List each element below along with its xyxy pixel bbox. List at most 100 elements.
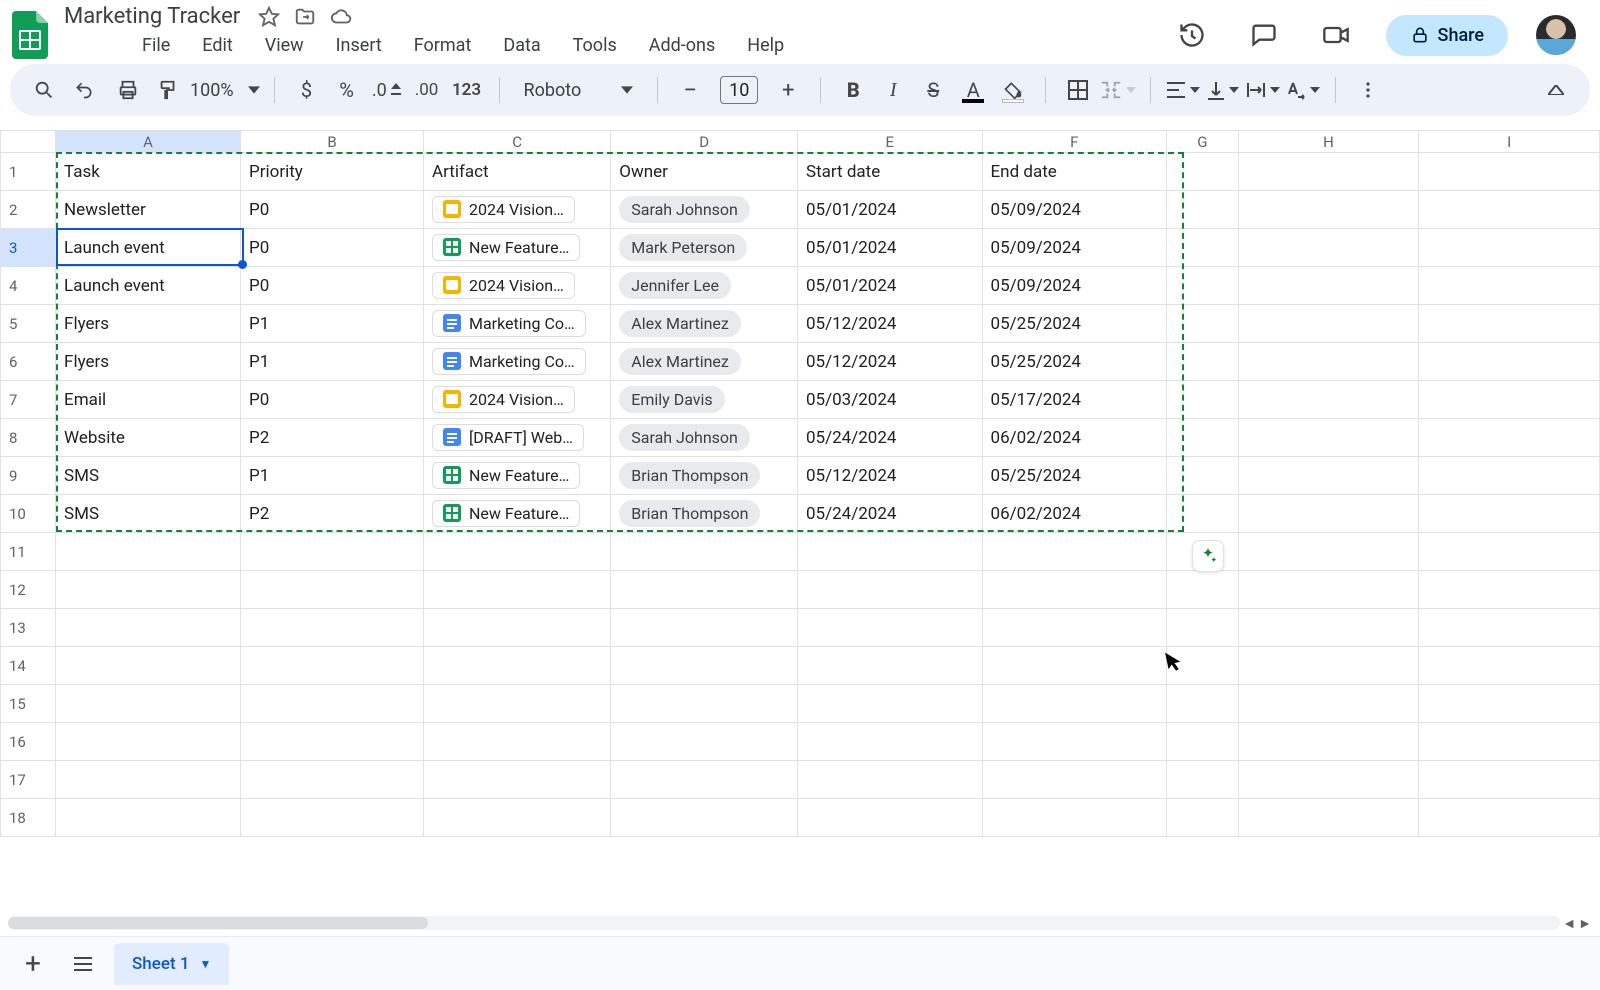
col-header-B[interactable]: B	[241, 131, 424, 153]
sheets-logo-icon[interactable]	[8, 13, 52, 57]
smart-chip-file[interactable]: Marketing Co…	[432, 348, 586, 375]
cell[interactable]	[424, 723, 611, 761]
cell[interactable]	[611, 647, 798, 685]
smart-chip-person[interactable]: Sarah Johnson	[619, 424, 750, 451]
cell[interactable]	[1238, 799, 1419, 837]
cell[interactable]: 05/17/2024	[982, 381, 1167, 419]
cell[interactable]: Alex Martinez	[611, 343, 798, 381]
cell[interactable]: Flyers	[56, 305, 241, 343]
comments-icon[interactable]	[1242, 13, 1286, 57]
toolbar-overflow-icon[interactable]	[1350, 72, 1386, 108]
cell[interactable]: Launch event	[56, 267, 241, 305]
row-header[interactable]: 6	[1, 343, 56, 381]
smart-chip-file[interactable]: 2024 Vision…	[432, 272, 575, 299]
cell[interactable]: 05/12/2024	[797, 343, 982, 381]
cell[interactable]	[1238, 723, 1419, 761]
cell[interactable]: Brian Thompson	[611, 457, 798, 495]
cell[interactable]	[56, 799, 241, 837]
cell[interactable]	[797, 685, 982, 723]
sheet-tab-active[interactable]: Sheet 1 ▼	[114, 943, 229, 985]
format-percent-icon[interactable]: %	[329, 72, 365, 108]
cell[interactable]	[424, 571, 611, 609]
cell[interactable]	[241, 799, 424, 837]
history-icon[interactable]	[1170, 13, 1214, 57]
smart-chip-file[interactable]: New Feature…	[432, 500, 580, 527]
cell[interactable]	[982, 571, 1167, 609]
cell[interactable]: Priority	[241, 153, 424, 191]
cell[interactable]	[1167, 723, 1239, 761]
all-sheets-icon[interactable]	[64, 945, 102, 983]
smart-chip-file[interactable]: New Feature…	[432, 462, 580, 489]
cell[interactable]	[797, 799, 982, 837]
cell[interactable]: 05/24/2024	[797, 419, 982, 457]
menu-edit[interactable]: Edit	[198, 33, 236, 58]
cell[interactable]: 06/02/2024	[982, 495, 1167, 533]
menu-data[interactable]: Data	[499, 33, 544, 58]
italic-icon[interactable]: I	[875, 72, 911, 108]
scroll-left-icon[interactable]: ◄	[1562, 915, 1576, 932]
cell[interactable]	[424, 647, 611, 685]
cell[interactable]	[241, 571, 424, 609]
cell[interactable]: New Feature…	[424, 457, 611, 495]
row-header[interactable]: 16	[1, 723, 56, 761]
cell[interactable]: Mark Peterson	[611, 229, 798, 267]
row-header[interactable]: 9	[1, 457, 56, 495]
decrease-fontsize-icon[interactable]: −	[672, 72, 708, 108]
horizontal-scrollbar[interactable]	[8, 916, 1560, 930]
cell[interactable]: 05/25/2024	[982, 305, 1167, 343]
strikethrough-icon[interactable]: S	[915, 72, 951, 108]
cell[interactable]	[982, 533, 1167, 571]
col-header-F[interactable]: F	[982, 131, 1167, 153]
cell[interactable]	[1167, 799, 1239, 837]
cell[interactable]	[611, 533, 798, 571]
cell[interactable]	[56, 723, 241, 761]
cell[interactable]	[424, 799, 611, 837]
cell[interactable]	[611, 609, 798, 647]
row-header[interactable]: 11	[1, 533, 56, 571]
col-header-D[interactable]: D	[611, 131, 798, 153]
row-header[interactable]: 10	[1, 495, 56, 533]
row-header[interactable]: 2	[1, 191, 56, 229]
col-header-C[interactable]: C	[424, 131, 611, 153]
cell[interactable]	[1238, 761, 1419, 799]
bold-icon[interactable]: B	[835, 72, 871, 108]
cell[interactable]	[241, 609, 424, 647]
col-header-H[interactable]: H	[1238, 131, 1419, 153]
smart-chip-person[interactable]: Brian Thompson	[619, 462, 760, 489]
row-header[interactable]: 8	[1, 419, 56, 457]
vertical-align-icon[interactable]	[1205, 72, 1241, 108]
smart-chip-person[interactable]: Emily Davis	[619, 386, 724, 413]
cell[interactable]: 05/25/2024	[982, 343, 1167, 381]
cell[interactable]	[1419, 799, 1600, 837]
cell[interactable]	[611, 799, 798, 837]
cell[interactable]	[797, 723, 982, 761]
cell[interactable]	[982, 685, 1167, 723]
videocall-icon[interactable]	[1314, 13, 1358, 57]
row-header[interactable]: 7	[1, 381, 56, 419]
cell[interactable]	[982, 609, 1167, 647]
borders-icon[interactable]	[1060, 72, 1096, 108]
format-123-icon[interactable]: 123	[449, 72, 485, 108]
cell[interactable]: 05/09/2024	[982, 191, 1167, 229]
cell[interactable]: SMS	[56, 457, 241, 495]
move-folder-icon[interactable]	[294, 6, 316, 28]
cell[interactable]: Email	[56, 381, 241, 419]
smart-chip-person[interactable]: Alex Martinez	[619, 310, 741, 337]
col-header-E[interactable]: E	[797, 131, 982, 153]
cell[interactable]: Artifact	[424, 153, 611, 191]
row-header[interactable]: 15	[1, 685, 56, 723]
collapse-toolbar-icon[interactable]	[1538, 72, 1574, 108]
cell[interactable]: 06/02/2024	[982, 419, 1167, 457]
cell[interactable]	[56, 571, 241, 609]
cell[interactable]: Flyers	[56, 343, 241, 381]
menu-file[interactable]: File	[138, 33, 174, 58]
cell[interactable]: P0	[241, 191, 424, 229]
smart-chip-person[interactable]: Mark Peterson	[619, 234, 747, 261]
search-menus-icon[interactable]	[26, 72, 62, 108]
scrollbar-thumb[interactable]	[8, 917, 428, 929]
cell[interactable]: Start date	[797, 153, 982, 191]
cell[interactable]	[611, 685, 798, 723]
cell[interactable]: P1	[241, 305, 424, 343]
cell[interactable]: 05/09/2024	[982, 267, 1167, 305]
cell[interactable]: P2	[241, 419, 424, 457]
